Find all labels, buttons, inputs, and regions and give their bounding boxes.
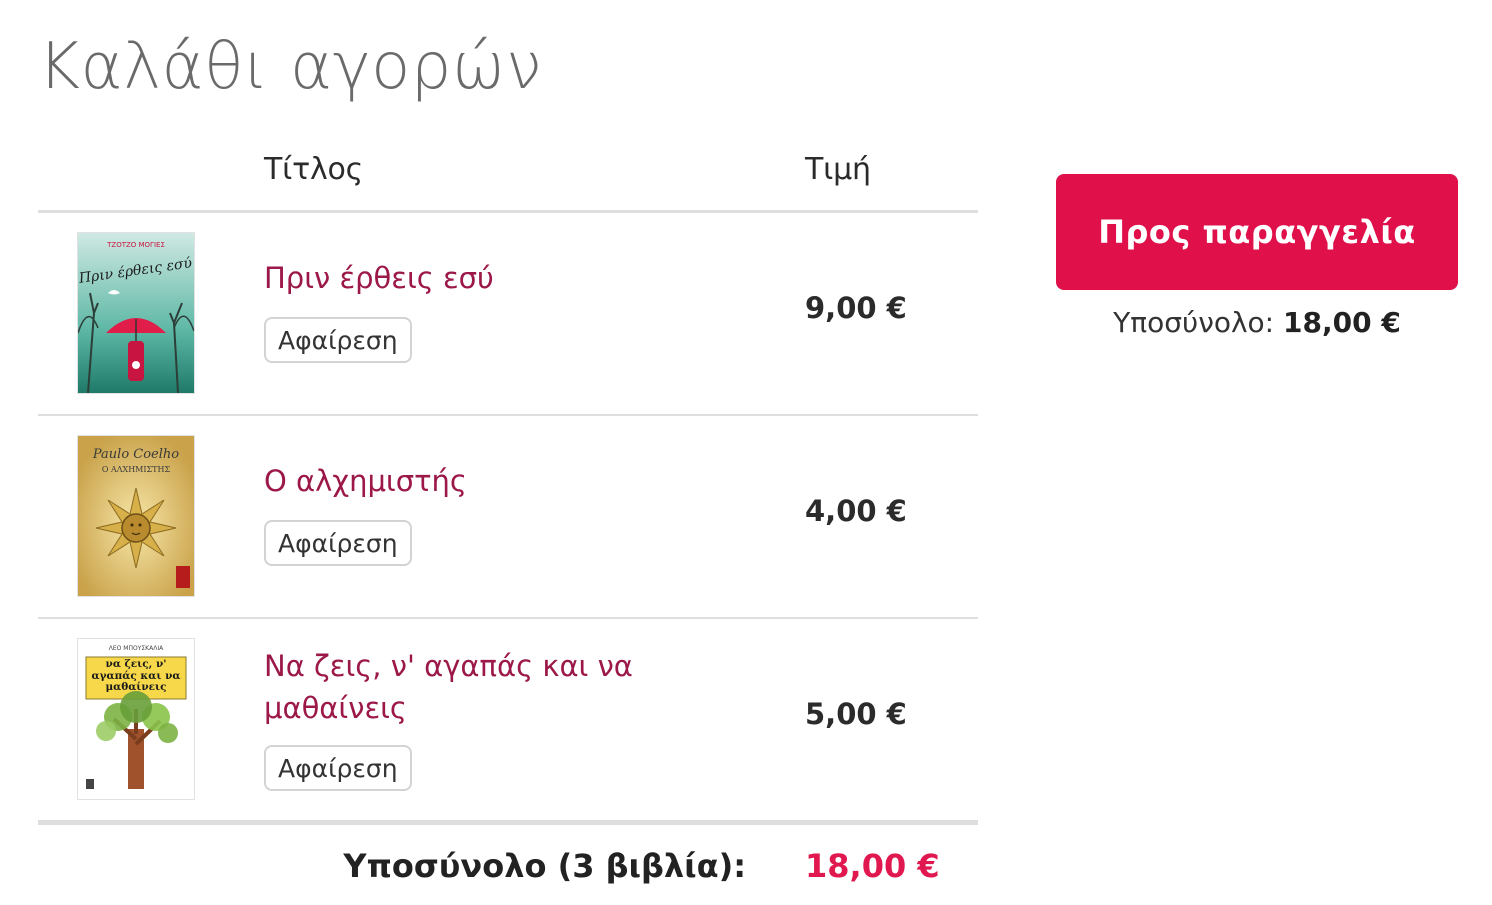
page-title: Καλάθι αγορών [38,30,543,104]
item-price: 5,00 € [805,697,907,731]
table-header: Τίτλος Τιμή [38,140,978,213]
cover-text-title: Ο ΑΛΧΗΜΙΣΤΗΣ [102,465,171,474]
cover-text-author: Paulo Coelho [92,447,179,462]
cover-text-author: ΛΕΟ ΜΠΟΥΣΚΑΛΙΑ [109,645,164,652]
sidebar-subtotal: Υποσύνολο: 18,00 € [1056,306,1458,339]
item-price: 9,00 € [805,291,907,325]
cover-text-author: ΤΖΟΤΖΟ ΜΟΓΙΕΣ [106,241,165,249]
cart-row: ΤΖΟΤΖΟ ΜΟΓΙΕΣ Πριν έρθεις εσύ Πριν έρθει… [38,213,978,416]
book-title-link[interactable]: Πριν έρθεις εσύ [264,257,664,299]
book-cover-image[interactable]: ΛΕΟ ΜΠΟΥΣΚΑΛΙΑ να ζεις, ν' αγαπάς και να… [78,639,194,799]
column-header-price: Τιμή [805,152,871,187]
subtotal-value: 18,00 € [805,847,940,885]
subtotal-label: Υποσύνολο (3 βιβλία): [343,847,746,885]
book-title-link[interactable]: Ο αλχημιστής [264,460,664,502]
table-footer: Υποσύνολο (3 βιβλία): 18,00 € [38,822,978,905]
cart-row: ΛΕΟ ΜΠΟΥΣΚΑΛΙΑ να ζεις, ν' αγαπάς και να… [38,619,978,822]
checkout-button[interactable]: Προς παραγγελία [1056,174,1458,290]
item-price: 4,00 € [805,494,907,528]
cart-row: Paulo Coelho Ο ΑΛΧΗΜΙΣΤΗΣ Ο αλχημιστής Α… [38,416,978,619]
remove-button[interactable]: Αφαίρεση [264,520,412,566]
book-title-link[interactable]: Να ζεις, ν' αγαπάς και να μαθαίνεις [264,645,664,729]
column-header-title: Τίτλος [264,152,364,187]
cart-table: Τίτλος Τιμή ΤΖΟΤΖΟ ΜΟΓΙΕΣ Πριν έρθεις εσ… [38,140,978,905]
book-cover-image[interactable]: Paulo Coelho Ο ΑΛΧΗΜΙΣΤΗΣ [78,436,194,596]
remove-button[interactable]: Αφαίρεση [264,745,412,791]
sidebar-subtotal-value: 18,00 € [1283,306,1401,339]
cover-text-title: να ζεις, ν' αγαπάς και να μαθαίνεις [91,659,181,693]
remove-button[interactable]: Αφαίρεση [264,317,412,363]
sidebar-subtotal-label: Υποσύνολο: [1113,306,1275,339]
book-cover-image[interactable]: ΤΖΟΤΖΟ ΜΟΓΙΕΣ Πριν έρθεις εσύ [78,233,194,393]
